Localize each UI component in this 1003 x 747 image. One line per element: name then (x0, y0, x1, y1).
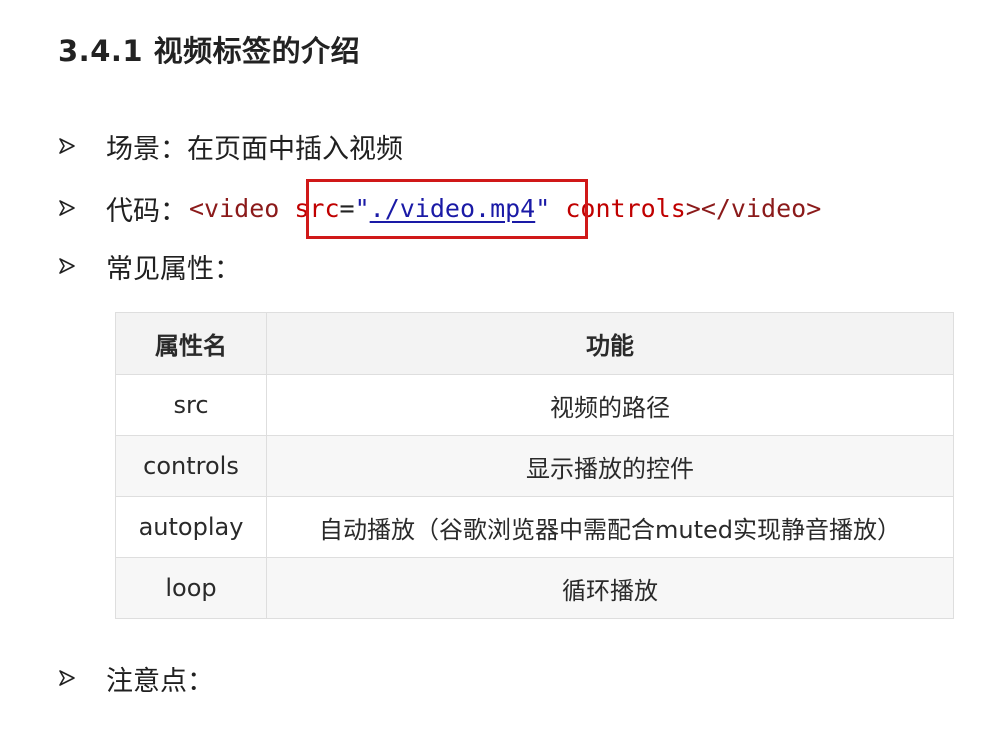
attribute-desc-cell: 自动播放（谷歌浏览器中需配合muted实现静音播放） (266, 496, 954, 558)
bullet-scene: 场景：在页面中插入视频 (58, 126, 403, 166)
scene-text: 场景：在页面中插入视频 (106, 133, 403, 165)
attributes-table: 属性名 功能 src 视频的路径 controls 显示播放的控件 autopl… (115, 312, 954, 619)
arrowhead-bullet-icon (59, 138, 75, 154)
section-heading: 3.4.1 视频标签的介绍 (58, 34, 361, 68)
table-row: autoplay 自动播放（谷歌浏览器中需配合muted实现静音播放） (115, 496, 954, 558)
header-attribute-name: 属性名 (115, 312, 267, 375)
header-function: 功能 (266, 312, 954, 375)
attribute-desc-cell: 视频的路径 (266, 374, 954, 436)
bullet-notes: 注意点： (58, 658, 214, 698)
attribute-desc-cell: 循环播放 (266, 557, 954, 619)
attribute-name-cell: controls (115, 435, 267, 497)
notes-label: 注意点： (106, 665, 214, 697)
attributes-label: 常见属性： (106, 253, 241, 285)
table-header-row: 属性名 功能 (115, 312, 954, 375)
code-label: 代码： (106, 195, 187, 227)
arrowhead-bullet-icon (59, 200, 75, 216)
bullet-attributes: 常见属性： (58, 246, 241, 286)
arrowhead-bullet-icon (59, 670, 75, 686)
table-row: loop 循环播放 (115, 557, 954, 619)
attribute-desc-cell: 显示播放的控件 (266, 435, 954, 497)
src-highlight-box (306, 179, 588, 239)
attribute-name-cell: src (115, 374, 267, 436)
code-close-tags: ></video> (685, 193, 822, 223)
attribute-name-cell: autoplay (115, 496, 267, 558)
table-row: src 视频的路径 (115, 374, 954, 436)
attribute-name-cell: loop (115, 557, 267, 619)
arrowhead-bullet-icon (59, 258, 75, 274)
table-row: controls 显示播放的控件 (115, 435, 954, 497)
code-open-tag: <video (189, 193, 280, 223)
